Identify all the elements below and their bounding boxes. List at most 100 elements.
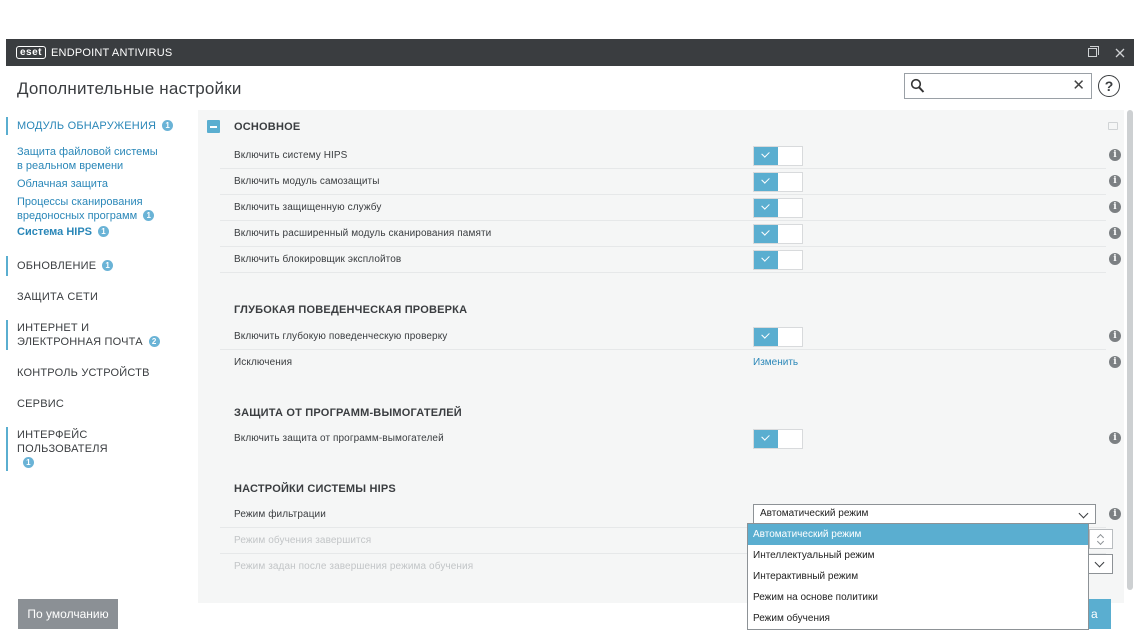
clear-search-icon[interactable]: ✕	[1072, 77, 1085, 95]
setting-row: Включить защита от программ-вымогателей …	[198, 426, 1124, 452]
close-window-button[interactable]	[1106, 39, 1134, 66]
check-icon	[754, 430, 778, 448]
info-icon[interactable]: i	[1109, 330, 1121, 342]
nav-label: ЗАЩИТА СЕТИ	[17, 291, 99, 303]
search-icon	[910, 78, 925, 93]
check-icon	[754, 199, 778, 217]
toggle-ransomware-shield[interactable]	[753, 429, 803, 449]
sub-item-malware-scans[interactable]: Процессы сканирования вредоносных програ…	[6, 195, 171, 223]
setting-row: Включить глубокую поведенческую проверку…	[198, 324, 1124, 350]
setting-label: Включить блокировщик эксплойтов	[234, 254, 402, 265]
nav-user-interface[interactable]: ИНТЕРФЕЙС ПОЛЬЗОВАТЕЛЯ 1	[6, 427, 182, 471]
setting-label: Включить защищенную службу	[234, 202, 382, 213]
setting-label: Включить систему HIPS	[234, 150, 348, 161]
setting-label: Режим обучения завершится	[234, 535, 372, 546]
info-icon[interactable]: i	[1109, 227, 1121, 239]
info-icon[interactable]: i	[1109, 356, 1121, 368]
setting-label: Включить глубокую поведенческую проверку	[234, 331, 448, 342]
setting-label: Режим фильтрации	[234, 509, 326, 520]
section-title-deep-inspection: ГЛУБОКАЯ ПОВЕДЕНЧЕСКАЯ ПРОВЕРКА	[234, 304, 468, 316]
section-title-basic: ОСНОВНОЕ	[234, 121, 301, 133]
sub-item-label: Система HIPS	[17, 226, 93, 238]
sub-item-label: Облачная защита	[17, 178, 108, 190]
revert-icon[interactable]	[1108, 122, 1118, 130]
edit-exclusions-link[interactable]: Изменить	[753, 357, 798, 368]
setting-row: Исключения Изменить i	[198, 350, 1124, 376]
toggle-self-defense[interactable]	[753, 172, 803, 192]
dropdown-option[interactable]: Режим обучения	[748, 608, 1088, 629]
dropdown-option[interactable]: Автоматический режим	[748, 524, 1088, 545]
scroll-thumb[interactable]	[1127, 110, 1133, 590]
sub-item-realtime-protection[interactable]: Защита файловой системы в реальном време…	[6, 145, 166, 173]
dropdown-option[interactable]: Интерактивный режим	[748, 566, 1088, 587]
nav-web-email[interactable]: ИНТЕРНЕТ И ЭЛЕКТРОННАЯ ПОЧТА 2	[6, 320, 182, 350]
close-icon	[1115, 48, 1125, 57]
setting-label: Включить защита от программ-вымогателей	[234, 433, 444, 444]
toggle-exploit-blocker[interactable]	[753, 250, 803, 270]
search-input[interactable]	[929, 77, 1069, 95]
chevron-down-icon	[1096, 537, 1105, 546]
help-button[interactable]: ?	[1098, 75, 1120, 97]
info-icon[interactable]: i	[1109, 149, 1121, 161]
chevron-down-icon	[1078, 508, 1089, 519]
learning-end-stepper[interactable]	[1089, 529, 1113, 549]
info-icon[interactable]: i	[1109, 508, 1121, 520]
section-title-ransomware: ЗАЩИТА ОТ ПРОГРАММ-ВЫМОГАТЕЛЕЙ	[234, 407, 462, 419]
toggle-protected-service[interactable]	[753, 198, 803, 218]
sub-item-label: Процессы сканирования вредоносных програ…	[17, 196, 143, 222]
setting-label: Исключения	[234, 357, 293, 368]
toggle-hips[interactable]	[753, 146, 803, 166]
setting-row: Включить систему HIPS i	[198, 143, 1124, 169]
nav-label: ОБНОВЛЕНИЕ	[17, 260, 97, 272]
section-title-hips-settings: НАСТРОЙКИ СИСТЕМЫ HIPS	[234, 483, 396, 495]
info-icon[interactable]: i	[1109, 201, 1121, 213]
count-badge: 1	[98, 226, 110, 237]
toggle-memory-scanner[interactable]	[753, 224, 803, 244]
page-title: Дополнительные настройки	[17, 79, 242, 98]
window-controls	[1078, 39, 1134, 66]
maximize-icon	[1087, 46, 1099, 57]
after-learning-select[interactable]	[1089, 554, 1113, 574]
search-box[interactable]: ✕	[904, 73, 1092, 99]
setting-row: Включить модуль самозащиты i	[198, 169, 1124, 195]
default-button[interactable]: По умолчанию	[18, 599, 118, 629]
eset-logo: eset	[16, 46, 47, 59]
dropdown-option[interactable]: Режим на основе политики	[748, 587, 1088, 608]
check-icon	[754, 173, 778, 191]
nav-update[interactable]: ОБНОВЛЕНИЕ 1	[6, 256, 182, 276]
count-badge: 1	[162, 120, 174, 131]
title-bar: eset ENDPOINT ANTIVIRUS	[6, 39, 1134, 66]
check-icon	[754, 225, 778, 243]
dropdown-option[interactable]: Интеллектуальный режим	[748, 545, 1088, 566]
sidebar: МОДУЛЬ ОБНАРУЖЕНИЯ 1 Защита файловой сист…	[6, 110, 182, 640]
nav-label: СЕРВИС	[17, 398, 65, 410]
sub-item-hips[interactable]: Система HIPS 1	[6, 225, 166, 239]
select-value: Автоматический режим	[760, 508, 869, 519]
setting-label: Включить расширенный модуль сканирования…	[234, 228, 492, 239]
nav-detection-engine[interactable]: МОДУЛЬ ОБНАРУЖЕНИЯ 1	[6, 117, 182, 135]
nav-label: МОДУЛЬ ОБНАРУЖЕНИЯ	[17, 120, 157, 132]
nav-network-protection[interactable]: ЗАЩИТА СЕТИ	[6, 290, 182, 304]
info-icon[interactable]: i	[1109, 253, 1121, 265]
maximize-button[interactable]	[1078, 39, 1106, 66]
scrollbar[interactable]	[1126, 110, 1134, 590]
count-badge: 1	[143, 210, 155, 221]
product-name: ENDPOINT ANTIVIRUS	[51, 46, 173, 59]
setting-row: Включить расширенный модуль сканирования…	[198, 221, 1124, 247]
check-icon	[754, 328, 778, 346]
toggle-deep-inspection[interactable]	[753, 327, 803, 347]
info-icon[interactable]: i	[1109, 175, 1121, 187]
filtering-mode-dropdown: Автоматический режим Интеллектуальный ре…	[747, 523, 1089, 630]
nav-device-control[interactable]: КОНТРОЛЬ УСТРОЙСТВ	[6, 366, 182, 380]
setting-label: Режим задан после завершения режима обуч…	[234, 561, 474, 572]
nav-tools[interactable]: СЕРВИС	[6, 397, 182, 411]
filtering-mode-select[interactable]: Автоматический режим	[753, 504, 1096, 524]
ok-button[interactable]: а	[1089, 599, 1111, 629]
check-icon	[754, 147, 778, 165]
info-icon[interactable]: i	[1109, 432, 1121, 444]
collapse-section-button[interactable]	[207, 120, 220, 133]
nav-label: ИНТЕРНЕТ И ЭЛЕКТРОННАЯ ПОЧТА	[17, 322, 143, 348]
header: Дополнительные настройки ✕ ?	[6, 66, 1134, 110]
sub-item-cloud-protection[interactable]: Облачная защита	[6, 177, 166, 191]
chevron-down-icon	[1094, 557, 1105, 568]
